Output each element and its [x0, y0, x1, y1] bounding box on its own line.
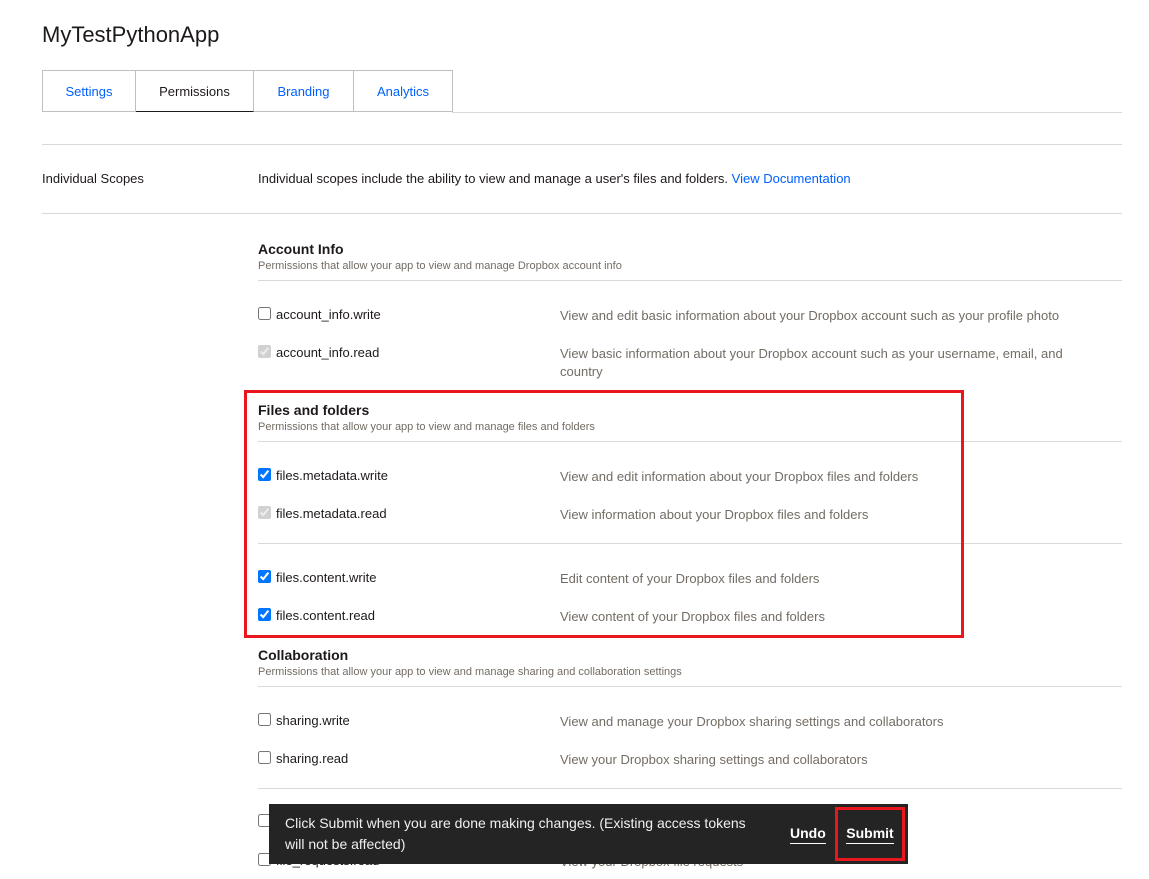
- individual-scopes-description: Individual scopes include the ability to…: [258, 171, 851, 186]
- permission-name: files.content.read: [276, 608, 376, 623]
- permission-description: View and edit basic information about yo…: [560, 308, 1060, 323]
- sharing-write-checkbox[interactable]: [258, 713, 271, 726]
- divider: [258, 686, 1122, 687]
- snackbar-message: Click Submit when you are done making ch…: [285, 815, 746, 852]
- submit-button[interactable]: Submit: [846, 825, 894, 844]
- undo-button[interactable]: Undo: [790, 825, 826, 844]
- permission-description: View basic information about your Dropbo…: [560, 346, 1063, 379]
- divider: [42, 144, 1122, 145]
- divider: [42, 213, 1122, 214]
- files-metadata-write-checkbox[interactable]: [258, 468, 271, 481]
- view-documentation-link[interactable]: View Documentation: [732, 171, 851, 186]
- tab-permissions[interactable]: Permissions: [136, 70, 254, 112]
- permission-description: View and edit information about your Dro…: [560, 469, 919, 484]
- sharing-read-checkbox[interactable]: [258, 751, 271, 764]
- permission-description: View content of your Dropbox files and f…: [560, 609, 825, 624]
- group-subtitle-collaboration: Permissions that allow your app to view …: [258, 666, 682, 678]
- account-info-write-checkbox[interactable]: [258, 307, 271, 320]
- group-title-account-info: Account Info: [258, 241, 344, 257]
- permission-name: files.metadata.write: [276, 468, 388, 483]
- permission-name: account_info.read: [276, 345, 380, 360]
- tab-branding[interactable]: Branding: [254, 70, 354, 112]
- tab-analytics[interactable]: Analytics: [354, 70, 453, 112]
- files-metadata-read-checkbox[interactable]: [258, 506, 271, 519]
- files-content-write-checkbox[interactable]: [258, 570, 271, 583]
- group-title-collaboration: Collaboration: [258, 647, 349, 663]
- group-subtitle-files-and-folders: Permissions that allow your app to view …: [258, 421, 595, 433]
- permission-description: View and manage your Dropbox sharing set…: [560, 714, 944, 729]
- permission-description: View information about your Dropbox file…: [560, 507, 869, 522]
- permission-name: account_info.write: [276, 307, 381, 322]
- account-info-read-checkbox[interactable]: [258, 345, 271, 358]
- scopes-description-text: Individual scopes include the ability to…: [258, 171, 729, 186]
- divider: [258, 788, 1122, 789]
- submit-snackbar: Click Submit when you are done making ch…: [269, 804, 908, 864]
- divider: [258, 441, 1122, 442]
- tabs-divider: [452, 112, 1122, 113]
- permission-name: files.content.write: [276, 570, 377, 585]
- individual-scopes-label: Individual Scopes: [42, 171, 144, 186]
- divider: [258, 280, 1122, 281]
- permission-name: sharing.read: [276, 751, 349, 766]
- permission-name: files.metadata.read: [276, 506, 387, 521]
- group-subtitle-account-info: Permissions that allow your app to view …: [258, 260, 622, 272]
- tab-settings[interactable]: Settings: [42, 70, 136, 112]
- files-content-read-checkbox[interactable]: [258, 608, 271, 621]
- submit-highlight: Submit: [835, 807, 905, 861]
- group-title-files-and-folders: Files and folders: [258, 402, 370, 418]
- permission-description: View your Dropbox sharing settings and c…: [560, 752, 868, 767]
- tab-bar: Settings Permissions Branding Analytics: [42, 70, 453, 112]
- divider: [258, 543, 1122, 544]
- permission-name: sharing.write: [276, 713, 350, 728]
- permission-description: Edit content of your Dropbox files and f…: [560, 571, 820, 586]
- app-title: MyTestPythonApp: [42, 22, 220, 47]
